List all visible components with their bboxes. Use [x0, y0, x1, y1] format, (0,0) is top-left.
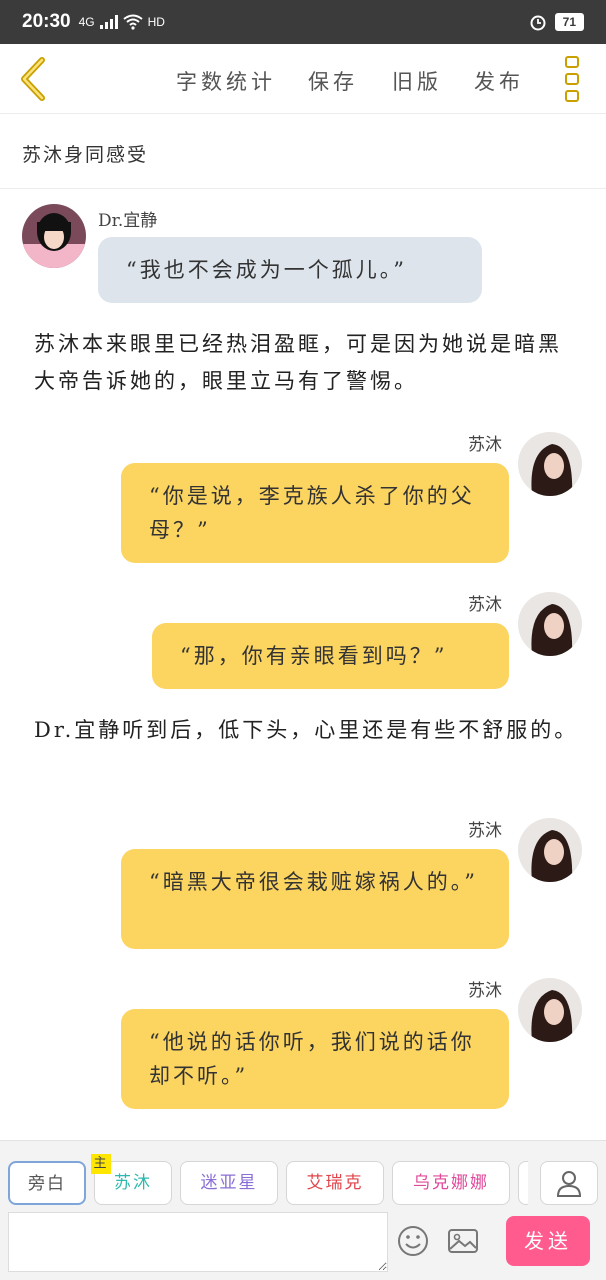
image-button[interactable]: [446, 1224, 482, 1260]
role-chip-airuike[interactable]: 艾瑞克: [286, 1161, 384, 1205]
composer: 发送: [0, 1208, 606, 1280]
emoji-icon: [398, 1226, 428, 1256]
person-icon: [556, 1171, 582, 1197]
send-button[interactable]: 发送: [506, 1216, 590, 1266]
role-selector-bar: 旁白 主 苏沐 迷亚星 艾瑞克 乌克娜娜: [0, 1140, 606, 1208]
message-input[interactable]: [8, 1212, 388, 1272]
signal-indicators: 4G HD: [79, 14, 165, 30]
back-button[interactable]: [14, 56, 54, 102]
speaker-name: 苏沐: [468, 821, 502, 841]
role-label: 旁白: [28, 1174, 66, 1194]
more-menu-icon[interactable]: [565, 56, 581, 102]
dialog-bubble[interactable]: “我也不会成为一个孤儿。”: [98, 237, 482, 303]
avatar-sumu[interactable]: [518, 978, 582, 1042]
save-button[interactable]: 保存: [308, 66, 358, 96]
avatar-dr-yijing[interactable]: [22, 204, 86, 268]
avatar-sumu[interactable]: [518, 592, 582, 656]
role-chip-miyaxing[interactable]: 迷亚星: [180, 1161, 278, 1205]
role-label: 艾瑞克: [306, 1173, 364, 1193]
word-count-button[interactable]: 字数统计: [176, 66, 276, 96]
battery-icon: 71: [554, 13, 584, 31]
chapter-title[interactable]: 苏沐身同感受: [0, 114, 606, 189]
role-chip-wukenana[interactable]: 乌克娜娜: [392, 1161, 510, 1205]
speaker-name: 苏沐: [468, 981, 502, 1001]
speaker-name: 苏沐: [468, 435, 502, 455]
status-time: 20:30: [22, 11, 71, 32]
network-type: 4G: [78, 15, 95, 29]
emoji-button[interactable]: [396, 1224, 432, 1260]
alarm-icon: [530, 15, 546, 31]
main-role-badge: 主: [91, 1154, 111, 1174]
narration-text[interactable]: 苏沐本来眼里已经热泪盈眶，可是因为她说是暗黑大帝告诉她的，眼里立马有了警惕。: [34, 326, 582, 400]
status-bar: 20:30 4G HD 71: [0, 0, 606, 44]
dialog-bubble[interactable]: “那，你有亲眼看到吗？”: [152, 623, 509, 689]
role-manage-button[interactable]: [540, 1161, 598, 1205]
narration-text[interactable]: Dr.宜静听到后，低下头，心里还是有些不舒服的。: [34, 712, 582, 749]
role-label: 苏沐: [114, 1173, 152, 1193]
avatar-sumu[interactable]: [518, 432, 582, 496]
role-chip-sumu[interactable]: 主 苏沐: [91, 1154, 172, 1205]
image-icon: [448, 1229, 478, 1253]
publish-button[interactable]: 发布: [474, 66, 524, 96]
chevron-left-icon: [21, 57, 45, 101]
role-label: 乌克娜娜: [413, 1173, 489, 1193]
hd-icon: HD: [147, 15, 165, 29]
avatar-sumu[interactable]: [518, 818, 582, 882]
old-version-button[interactable]: 旧版: [392, 66, 442, 96]
role-label: 迷亚星: [200, 1173, 258, 1193]
role-chip-overflow[interactable]: [518, 1161, 528, 1205]
top-toolbar: 字数统计 保存 旧版 发布: [0, 44, 606, 114]
role-chip-narrator[interactable]: 旁白: [8, 1161, 86, 1205]
wifi-icon: [123, 14, 143, 30]
signal-icon: [99, 15, 118, 29]
dialog-bubble[interactable]: “暗黑大帝很会栽赃嫁祸人的。”: [121, 849, 509, 949]
dialog-bubble[interactable]: “你是说，李克族人杀了你的父母？”: [121, 463, 509, 563]
speaker-name: Dr.宜静: [98, 211, 158, 231]
speaker-name: 苏沐: [468, 595, 502, 615]
dialog-bubble[interactable]: “他说的话你听，我们说的话你却不听。”: [121, 1009, 509, 1109]
